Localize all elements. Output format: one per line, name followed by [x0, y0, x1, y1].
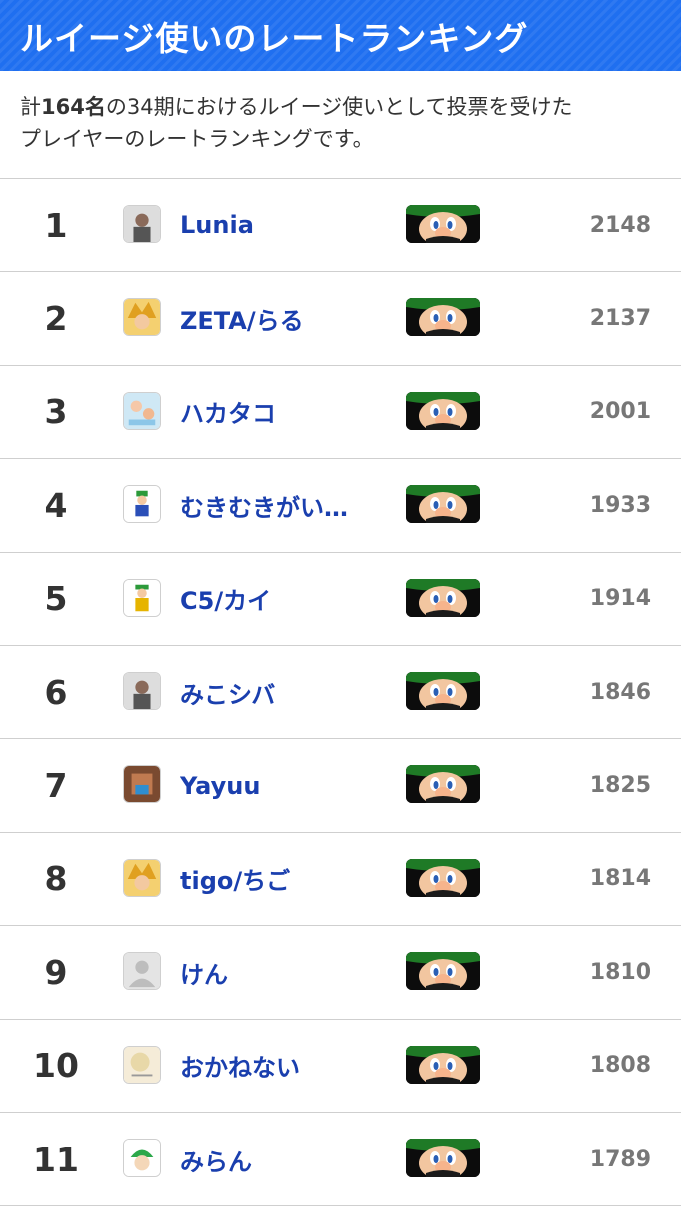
green-cap-avatar-icon[interactable]: [123, 1138, 161, 1177]
anime-avatar-icon[interactable]: [123, 858, 161, 897]
player-rate: 1825: [589, 773, 651, 799]
player-name-link[interactable]: みこシバ: [180, 646, 370, 738]
luigi-face-icon: [406, 952, 480, 991]
character-avatar-icon[interactable]: [123, 578, 161, 617]
anime-avatar-icon[interactable]: [123, 298, 161, 337]
luigi-face-icon: [406, 671, 480, 710]
player-name-link[interactable]: tigo/ちご: [180, 833, 370, 925]
luigi-face-icon: [406, 205, 480, 243]
player-name-link[interactable]: Lunia: [180, 179, 370, 271]
description-line2: プレイヤーのレートランキングです。: [20, 127, 374, 151]
player-rate: 1810: [589, 959, 651, 985]
player-name: tigo/ちご: [180, 867, 291, 896]
luigi-face-icon: [406, 765, 480, 804]
luigi-face-icon: [406, 1045, 480, 1084]
description-prefix: 計: [20, 95, 41, 119]
player-name: おかねない: [180, 1054, 300, 1083]
rank-number: 1: [44, 205, 68, 245]
description-line1: の34期におけるルイージ使いとして投票を受けた: [105, 95, 573, 119]
player-rate: 1808: [589, 1053, 651, 1079]
player-rate: 2148: [589, 212, 651, 238]
luigi-face-icon: [406, 485, 480, 524]
default-user-icon[interactable]: [123, 952, 161, 991]
player-rate: 1814: [589, 866, 651, 892]
rank-number: 5: [44, 579, 68, 619]
ranking-description: 計164名の34期におけるルイージ使いとして投票を受けた プレイヤーのレートラン…: [0, 71, 681, 179]
player-name-link[interactable]: C5/カイ: [180, 553, 370, 645]
player-count: 164名: [41, 95, 106, 119]
rank-number: 4: [44, 485, 68, 525]
player-rate: 1933: [589, 492, 651, 518]
player-name-link[interactable]: Yayuu: [180, 739, 370, 831]
ranking-list: 1 Lunia 2148 2 ZETA/らる 2137 3 ハカタコ 2001 …: [0, 179, 681, 1206]
player-name: みこシバ: [180, 680, 276, 709]
ranking-row[interactable]: 1 Lunia 2148: [0, 179, 681, 273]
rank-number: 8: [44, 859, 68, 899]
drawing-avatar-icon[interactable]: [123, 1045, 161, 1084]
ranking-row[interactable]: 2 ZETA/らる 2137: [0, 272, 681, 366]
pixel-avatar-icon[interactable]: [123, 765, 161, 804]
player-name: Yayuu: [180, 771, 261, 800]
player-rate: 1914: [589, 586, 651, 612]
player-name: ZETA/らる: [180, 307, 304, 336]
ranking-row[interactable]: 11 みらん 1789: [0, 1113, 681, 1206]
rank-number: 10: [33, 1046, 79, 1086]
rank-number: 3: [44, 392, 68, 432]
luigi-face-icon: [406, 1138, 480, 1177]
ranking-row[interactable]: 9 けん 1810: [0, 926, 681, 1020]
ranking-row[interactable]: 7 Yayuu 1825: [0, 739, 681, 833]
player-rate: 1789: [589, 1146, 651, 1172]
player-rate: 2137: [589, 306, 651, 332]
page-title: ルイージ使いのレートランキング: [20, 18, 529, 58]
ranking-row[interactable]: 5 C5/カイ 1914: [0, 553, 681, 646]
ranking-row[interactable]: 8 tigo/ちご 1814: [0, 833, 681, 927]
player-name-link[interactable]: みらん: [180, 1113, 370, 1205]
illustration-avatar-icon[interactable]: [123, 391, 161, 430]
rank-number: 6: [44, 672, 68, 712]
page-header: ルイージ使いのレートランキング: [0, 0, 681, 71]
player-name: ハカタコ: [180, 400, 276, 429]
player-rate: 2001: [589, 399, 651, 425]
ranking-row[interactable]: 4 むきむきがいこつ 1933: [0, 459, 681, 553]
player-name: みらん: [180, 1147, 252, 1176]
rank-number: 2: [44, 299, 68, 339]
luigi-face-icon: [406, 858, 480, 897]
photo-avatar-icon[interactable]: [123, 205, 161, 243]
rank-number: 7: [44, 766, 68, 806]
player-name-link[interactable]: けん: [180, 926, 370, 1018]
player-name-link[interactable]: ZETA/らる: [180, 272, 370, 364]
player-name-link[interactable]: おかねない: [180, 1020, 370, 1112]
ranking-row[interactable]: 3 ハカタコ 2001: [0, 366, 681, 460]
rank-number: 11: [33, 1139, 79, 1179]
player-name: けん: [180, 960, 228, 989]
player-name-link[interactable]: ハカタコ: [180, 366, 370, 458]
photo-avatar-icon[interactable]: [123, 671, 161, 710]
player-name: むきむきがいこつ: [180, 493, 370, 522]
player-rate: 1846: [589, 679, 651, 705]
player-name-link[interactable]: むきむきがいこつ: [180, 459, 370, 551]
luigi-face-icon: [406, 298, 480, 337]
player-name: Lunia: [180, 211, 254, 240]
luigi-face-icon: [406, 391, 480, 430]
ranking-row[interactable]: 10 おかねない 1808: [0, 1020, 681, 1113]
player-name: C5/カイ: [180, 587, 272, 616]
luigi-avatar-icon[interactable]: [123, 485, 161, 524]
ranking-row[interactable]: 6 みこシバ 1846: [0, 646, 681, 740]
luigi-face-icon: [406, 578, 480, 617]
rank-number: 9: [44, 952, 68, 992]
